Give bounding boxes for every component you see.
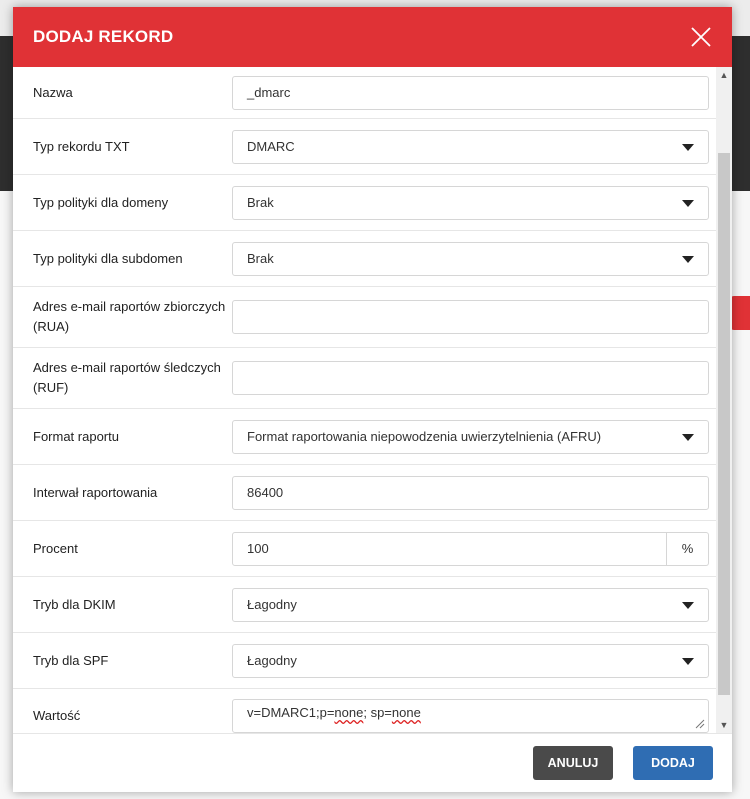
scroll-up-icon[interactable]: ▲: [716, 67, 732, 83]
dkim-mode-label: Tryb dla DKIM: [33, 596, 116, 612]
percent-input[interactable]: 100: [232, 531, 667, 566]
chevron-down-icon: [682, 143, 694, 151]
form-row-subdomain-policy: Typ polityki dla subdomen Brak: [13, 231, 716, 287]
report-interval-label: Interwał raportowania: [33, 484, 158, 500]
ruf-input[interactable]: [232, 361, 709, 395]
scroll-thumb[interactable]: [718, 153, 730, 695]
domain-policy-select[interactable]: Brak: [232, 185, 709, 220]
form-row-report-format: Format raportu Format raportowania niepo…: [13, 409, 716, 465]
report-interval-input[interactable]: 86400: [232, 475, 709, 510]
form-row-ruf: Adres e-mail raportów śledczych (RUF): [13, 348, 716, 409]
record-type-select[interactable]: DMARC: [232, 129, 709, 164]
form-row-value: Wartość v=DMARC1;p=none; sp=none: [13, 689, 716, 733]
chevron-down-icon: [682, 255, 694, 263]
value-textarea[interactable]: v=DMARC1;p=none; sp=none: [232, 699, 709, 733]
rua-label: Adres e-mail raportów zbiorczych (RUA): [33, 299, 226, 334]
cancel-button[interactable]: ANULUJ: [533, 746, 613, 780]
form-row-dkim-mode: Tryb dla DKIM Łagodny: [13, 577, 716, 633]
resize-grip-icon[interactable]: [695, 719, 705, 729]
spf-mode-select[interactable]: Łagodny: [232, 643, 709, 678]
scroll-down-icon[interactable]: ▼: [716, 717, 732, 733]
chevron-down-icon: [682, 199, 694, 207]
modal-body: Nazwa _dmarc Typ rekordu TXT DMARC Typ p…: [13, 67, 716, 733]
modal-header: DODAJ REKORD: [13, 7, 732, 67]
background-badge: [730, 296, 750, 330]
percent-label: Procent: [33, 540, 78, 556]
form-row-name: Nazwa _dmarc: [13, 67, 716, 119]
ruf-label: Adres e-mail raportów śledczych (RUF): [33, 360, 221, 395]
form-row-percent: Procent 100 %: [13, 521, 716, 577]
subdomain-policy-label: Typ polityki dla subdomen: [33, 250, 183, 266]
modal-title: DODAJ REKORD: [33, 27, 174, 46]
name-label: Nazwa: [33, 84, 73, 100]
close-icon[interactable]: [690, 26, 712, 48]
record-type-label: Typ rekordu TXT: [33, 138, 130, 154]
spf-mode-label: Tryb dla SPF: [33, 652, 109, 668]
percent-addon: %: [667, 531, 709, 566]
modal-footer: ANULUJ DODAJ: [13, 733, 732, 792]
scrollbar[interactable]: ▲ ▼: [716, 67, 732, 733]
subdomain-policy-select[interactable]: Brak: [232, 241, 709, 276]
form-row-rua: Adres e-mail raportów zbiorczych (RUA): [13, 287, 716, 348]
rua-input[interactable]: [232, 300, 709, 334]
form-row-record-type: Typ rekordu TXT DMARC: [13, 119, 716, 175]
form-row-report-interval: Interwał raportowania 86400: [13, 465, 716, 521]
report-format-label: Format raportu: [33, 428, 119, 444]
percent-input-group: 100 %: [232, 531, 709, 566]
value-label: Wartość: [33, 708, 81, 723]
form-row-spf-mode: Tryb dla SPF Łagodny: [13, 633, 716, 689]
add-record-modal: DODAJ REKORD Nazwa _dmarc Typ rekordu TX…: [13, 7, 732, 792]
form-row-domain-policy: Typ polityki dla domeny Brak: [13, 175, 716, 231]
report-format-select[interactable]: Format raportowania niepowodzenia uwierz…: [232, 419, 709, 454]
chevron-down-icon: [682, 433, 694, 441]
add-button[interactable]: DODAJ: [633, 746, 713, 780]
chevron-down-icon: [682, 657, 694, 665]
dkim-mode-select[interactable]: Łagodny: [232, 587, 709, 622]
name-input[interactable]: _dmarc: [232, 75, 709, 110]
chevron-down-icon: [682, 601, 694, 609]
domain-policy-label: Typ polityki dla domeny: [33, 194, 169, 210]
